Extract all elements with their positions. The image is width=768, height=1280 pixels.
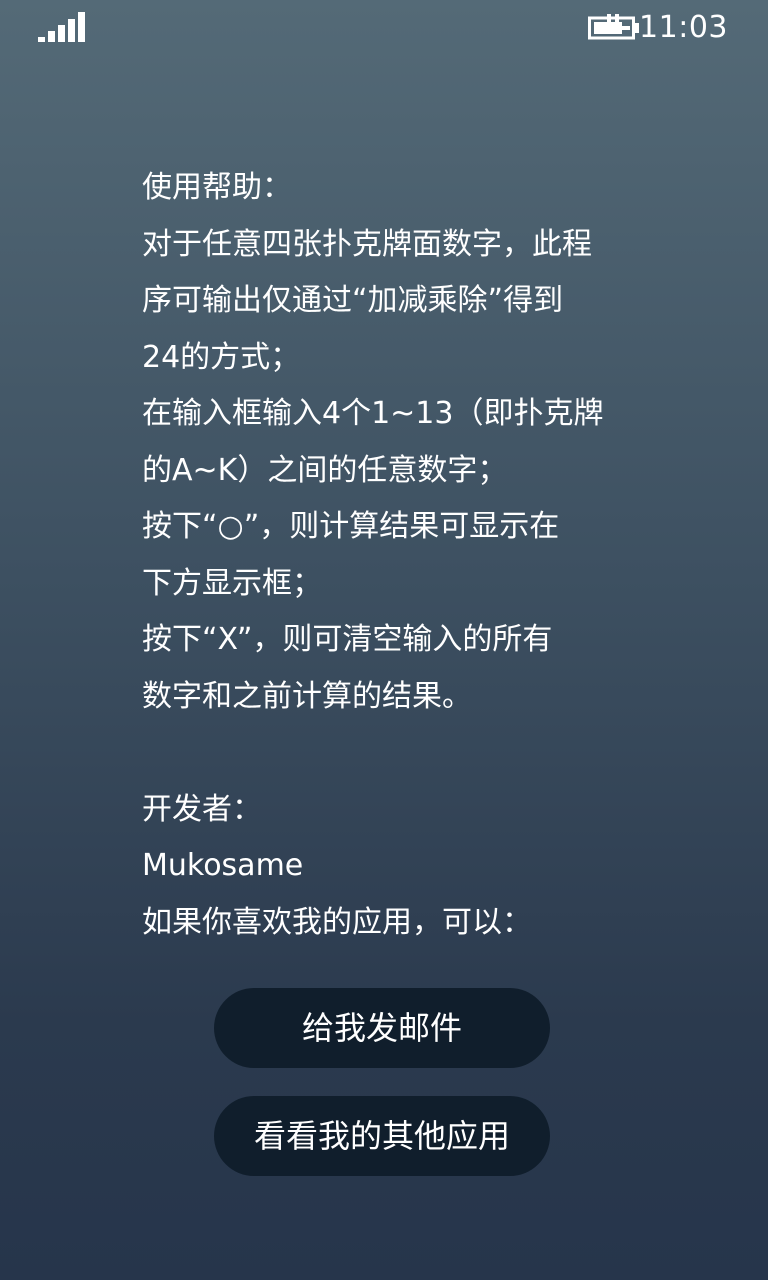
help-line: 对于任意四张扑克牌面数字，此程 xyxy=(142,226,592,262)
status-time: 11:03 xyxy=(639,10,728,45)
other-apps-button[interactable]: 看看我的其他应用 xyxy=(214,1096,550,1176)
help-line: 序可输出仅通过“加减乘除”得到 xyxy=(142,283,564,318)
developer-name: Mukosame xyxy=(142,848,304,883)
help-line: 按下“○”，则计算结果可显示在 xyxy=(142,509,560,544)
help-line: 的A~K）之间的任意数字； xyxy=(142,452,508,488)
signal-strength-icon xyxy=(38,12,85,42)
help-text: 使用帮助： 对于任意四张扑克牌面数字，此程 序可输出仅通过“加减乘除”得到 24… xyxy=(142,160,642,951)
help-line: 按下“X”，则可清空输入的所有 xyxy=(142,622,553,657)
like-prompt: 如果你喜欢我的应用，可以： xyxy=(142,904,532,940)
help-line: 数字和之前计算的结果。 xyxy=(142,678,472,714)
help-line: 在输入框输入4个1~13（即扑克牌 xyxy=(142,396,604,431)
help-line: 下方显示框； xyxy=(142,565,322,601)
developer-label: 开发者： xyxy=(142,791,262,827)
help-line: 24的方式； xyxy=(142,339,301,375)
help-title: 使用帮助： xyxy=(142,170,292,205)
battery-charging-icon xyxy=(588,14,639,40)
email-developer-button[interactable]: 给我发邮件 xyxy=(214,988,550,1068)
status-bar: 11:03 xyxy=(0,0,768,56)
